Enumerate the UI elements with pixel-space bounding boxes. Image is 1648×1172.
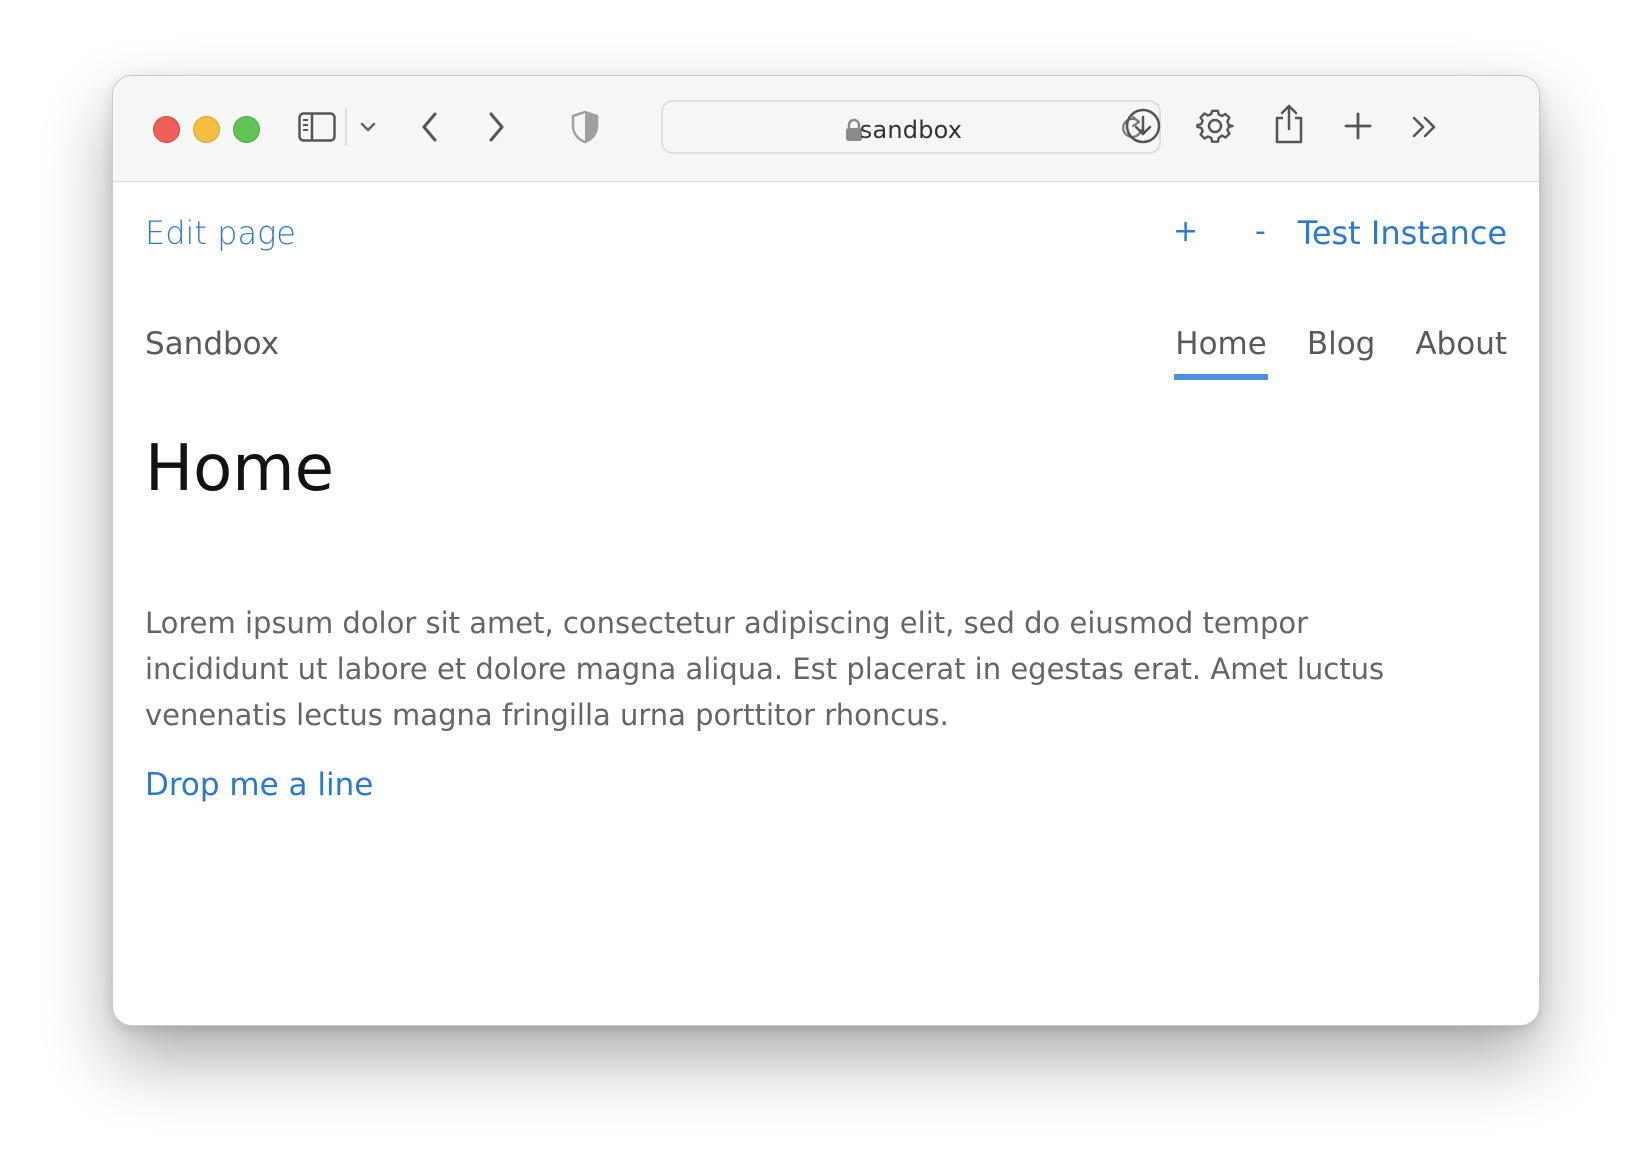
back-icon[interactable]: [415, 108, 445, 146]
shield-icon[interactable]: [569, 108, 601, 146]
zoom-in-link[interactable]: +: [1173, 214, 1198, 249]
contact-link[interactable]: Drop me a line: [145, 767, 373, 803]
forward-icon[interactable]: [481, 108, 511, 146]
share-icon[interactable]: [1271, 102, 1307, 146]
nav-item-home[interactable]: Home: [1174, 326, 1268, 380]
close-window-button[interactable]: [153, 116, 180, 143]
more-icon[interactable]: [1409, 112, 1441, 142]
new-tab-icon[interactable]: [1341, 108, 1375, 144]
nav-item-about[interactable]: About: [1415, 326, 1507, 380]
zoom-out-link[interactable]: -: [1255, 214, 1266, 249]
zoom-window-button[interactable]: [233, 116, 260, 143]
main-nav: Home Blog About: [1174, 326, 1507, 380]
chevron-down-icon[interactable]: [357, 116, 379, 138]
nav-item-blog[interactable]: Blog: [1307, 326, 1376, 380]
edit-page-link[interactable]: Edit page: [145, 214, 296, 252]
page-title: Home: [145, 432, 334, 506]
url-text: sandbox: [859, 116, 963, 144]
site-title[interactable]: Sandbox: [145, 326, 279, 362]
minimize-window-button[interactable]: [193, 116, 220, 143]
test-instance-link[interactable]: Test Instance: [1298, 214, 1507, 252]
toolbar-divider: [345, 108, 347, 146]
sidebar-icon[interactable]: [297, 110, 337, 144]
gear-icon[interactable]: [1195, 106, 1235, 146]
download-icon[interactable]: [1123, 106, 1163, 146]
browser-toolbar: sandbox: [113, 76, 1539, 182]
intro-paragraph: Lorem ipsum dolor sit amet, consectetur …: [145, 606, 1385, 732]
web-page: Edit page + - Test Instance Sandbox Home…: [113, 182, 1539, 1025]
browser-window: sandbox Edit page + - Test Instance Sand…: [112, 75, 1540, 1026]
address-bar[interactable]: sandbox: [661, 100, 1161, 154]
